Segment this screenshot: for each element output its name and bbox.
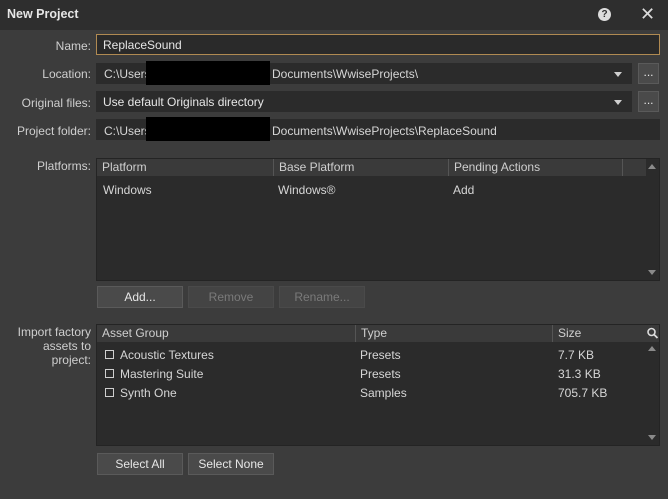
assets-table-header: Asset Group Type Size — [97, 325, 646, 342]
location-suffix: Documents\WwiseProjects\ — [272, 67, 419, 81]
redacted-username — [146, 117, 270, 141]
table-row[interactable]: Mastering Suite Presets 31.3 KB — [97, 364, 646, 383]
asset-size-cell: 705.7 KB — [558, 386, 608, 400]
base-platform-cell: Windows® — [278, 183, 336, 197]
asset-group-cell: Synth One — [120, 386, 177, 400]
add-platform-button[interactable]: Add... — [97, 286, 183, 308]
column-header-size[interactable]: Size — [552, 325, 646, 342]
scroll-up-icon[interactable] — [648, 164, 656, 169]
platforms-table-header: Platform Base Platform Pending Actions — [97, 159, 646, 176]
project-folder-label: Project folder: — [16, 124, 91, 138]
original-files-label: Original files: — [21, 96, 91, 110]
scroll-down-icon[interactable] — [648, 270, 656, 275]
table-row[interactable]: Windows Windows® Add — [97, 180, 646, 198]
select-all-button[interactable]: Select All — [97, 453, 183, 475]
pending-actions-cell: Add — [453, 183, 475, 197]
select-none-button[interactable]: Select None — [188, 453, 274, 475]
asset-type-cell: Presets — [360, 348, 401, 362]
column-header-asset-group[interactable]: Asset Group — [97, 325, 355, 342]
original-files-combobox[interactable]: Use default Originals directory — [96, 91, 632, 112]
platform-cell: Windows — [103, 183, 152, 197]
scroll-down-icon[interactable] — [648, 435, 656, 440]
column-header-base-platform[interactable]: Base Platform — [273, 159, 448, 176]
name-input[interactable]: ReplaceSound — [96, 34, 660, 55]
asset-size-cell: 7.7 KB — [558, 348, 595, 362]
remove-platform-button[interactable]: Remove — [188, 286, 274, 308]
original-files-browse-button[interactable]: ... — [638, 91, 659, 112]
factory-assets-label: Import factory assets to project: — [17, 325, 91, 367]
assets-scrollbar[interactable] — [646, 342, 659, 445]
asset-group-cell: Acoustic Textures — [120, 348, 214, 362]
column-header-type[interactable]: Type — [355, 325, 552, 342]
chevron-down-icon[interactable] — [614, 100, 622, 105]
location-browse-button[interactable]: ... — [638, 63, 659, 84]
column-header-pending-actions[interactable]: Pending Actions — [448, 159, 622, 176]
search-icon[interactable] — [646, 325, 659, 342]
table-row[interactable]: Acoustic Textures Presets 7.7 KB — [97, 345, 646, 364]
asset-size-cell: 31.3 KB — [558, 367, 601, 381]
location-label: Location: — [42, 67, 91, 81]
asset-type-cell: Presets — [360, 367, 401, 381]
column-header-platform[interactable]: Platform — [97, 159, 273, 176]
chevron-down-icon[interactable] — [614, 72, 622, 77]
asset-checkbox[interactable] — [105, 350, 114, 359]
close-icon[interactable]: ✕ — [640, 4, 655, 24]
factory-assets-table[interactable]: Asset Group Type Size Acoustic Textures … — [96, 324, 660, 446]
asset-checkbox[interactable] — [105, 369, 114, 378]
rename-platform-button[interactable]: Rename... — [279, 286, 365, 308]
platforms-scrollbar[interactable] — [646, 159, 659, 280]
platforms-table[interactable]: Platform Base Platform Pending Actions W… — [96, 158, 660, 281]
scroll-up-icon[interactable] — [648, 346, 656, 351]
location-prefix: C:\Users — [104, 67, 151, 81]
platforms-label: Platforms: — [36, 159, 91, 173]
redacted-username — [146, 61, 270, 85]
asset-type-cell: Samples — [360, 386, 407, 400]
project-folder-prefix: C:\Users — [104, 124, 151, 138]
dialog-title: New Project — [7, 7, 79, 21]
table-row[interactable]: Synth One Samples 705.7 KB — [97, 383, 646, 402]
project-folder-suffix: Documents\WwiseProjects\ReplaceSound — [272, 124, 497, 138]
asset-group-cell: Mastering Suite — [120, 367, 204, 381]
title-bar — [0, 0, 668, 30]
name-label: Name: — [55, 39, 91, 53]
help-icon[interactable]: ? — [598, 8, 611, 21]
asset-checkbox[interactable] — [105, 388, 114, 397]
